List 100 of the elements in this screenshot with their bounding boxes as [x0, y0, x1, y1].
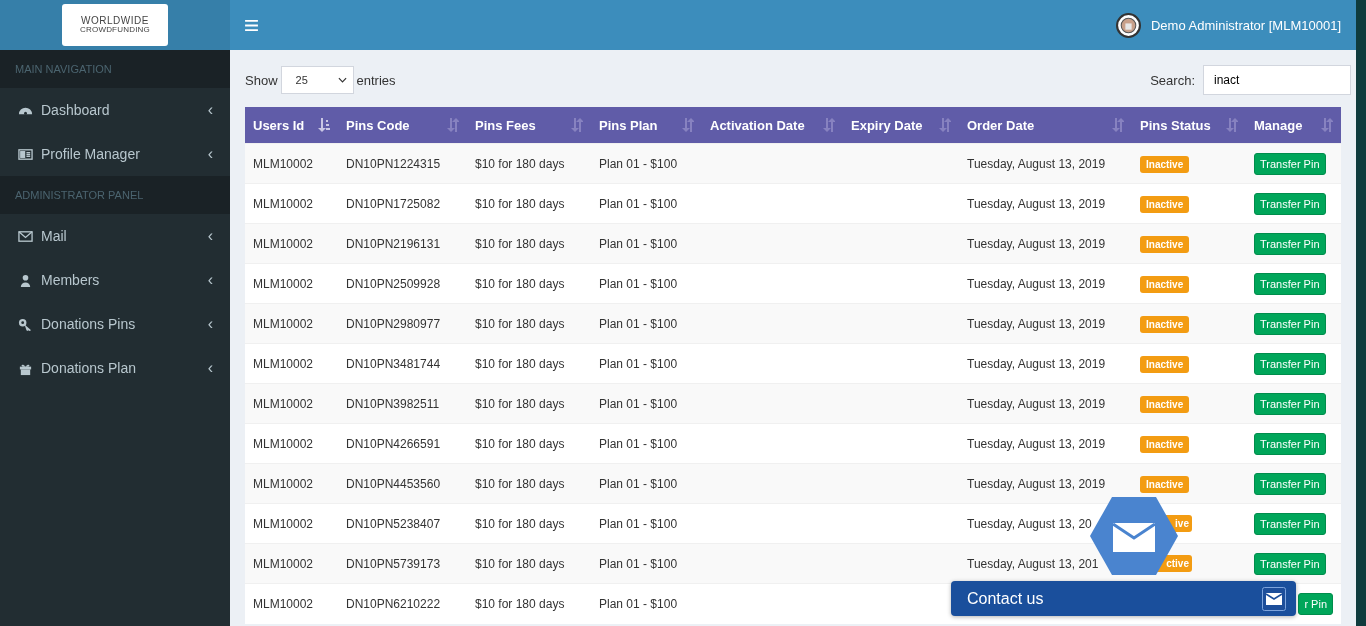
transfer-pin-button[interactable]: Transfer Pin — [1254, 472, 1326, 495]
column-header[interactable]: Order Date — [959, 107, 1132, 144]
table-cell: MLM10002 — [245, 543, 338, 584]
show-label: Show — [245, 72, 278, 88]
transfer-pin-button[interactable]: Transfer Pin — [1254, 432, 1326, 455]
table-cell: Plan 01 - $100 — [591, 223, 702, 264]
sidebar-item[interactable]: Profile Manager ‹ — [0, 132, 230, 176]
transfer-pin-button[interactable]: Transfer Pin — [1254, 192, 1326, 215]
scrollbar[interactable] — [1356, 0, 1366, 626]
table-cell: $10 for 180 days — [467, 583, 591, 624]
transfer-pin-button[interactable]: Transfer Pin — [1254, 312, 1326, 335]
transfer-pin-button[interactable]: Transfer Pin — [1254, 392, 1326, 415]
table-cell: MLM10002 — [245, 303, 338, 344]
status-badge: Inactive — [1140, 395, 1190, 413]
table-cell: MLM10002 — [245, 423, 338, 464]
column-header[interactable]: Pins Status — [1132, 107, 1246, 144]
menu-label: Profile Manager — [41, 146, 141, 162]
table-cell: Plan 01 - $100 — [591, 503, 702, 544]
column-header[interactable]: Pins Code — [338, 107, 467, 144]
table-cell: MLM10002 — [245, 143, 338, 184]
caret-icon: ‹ — [207, 145, 213, 163]
column-header[interactable]: Manage — [1246, 107, 1341, 144]
transfer-pin-button[interactable]: Transfer Pin — [1254, 232, 1326, 255]
status-badge: Inactive — [1140, 355, 1190, 373]
sidebar-item[interactable]: Donations Pins ‹ — [0, 302, 230, 346]
table-cell: Tuesday, August 13, 20 — [967, 516, 1092, 531]
table-cell: MLM10002 — [245, 463, 338, 504]
user-name[interactable]: Demo Administrator [MLM10001] — [1150, 17, 1341, 33]
table-cell: MLM10002 — [245, 503, 338, 544]
table-cell: Plan 01 - $100 — [591, 183, 702, 224]
column-header[interactable]: Pins Fees — [467, 107, 591, 144]
key-icon — [18, 316, 33, 332]
table-cell: $10 for 180 days — [467, 543, 591, 584]
contact-label: Contact us — [967, 589, 1044, 608]
section-header: ADMINISTRATOR PANEL — [0, 176, 230, 214]
table-cell: DN10PN4266591 — [338, 423, 467, 464]
caret-icon: ‹ — [207, 227, 213, 245]
logo-text: WORLDWIDE — [81, 16, 149, 26]
table-cell: Plan 01 - $100 — [591, 343, 702, 384]
table-cell: $10 for 180 days — [467, 183, 591, 224]
table-cell: Tuesday, August 13, 2019 — [967, 436, 1106, 451]
envelope-icon — [1262, 586, 1286, 611]
menu-label: Members — [41, 272, 101, 288]
caret-icon: ‹ — [207, 271, 213, 289]
table-cell: Tuesday, August 13, 201 — [967, 556, 1099, 571]
table-cell: Plan 01 - $100 — [591, 303, 702, 344]
transfer-pin-button[interactable]: Transfer Pin — [1254, 552, 1326, 575]
sidebar-item[interactable]: Mail ‹ — [0, 214, 230, 258]
table-cell: MLM10002 — [245, 383, 338, 424]
transfer-pin-button[interactable]: Transfer Pin — [1254, 512, 1326, 535]
column-header[interactable]: Users Id — [245, 107, 338, 144]
logo-subtext: CROWDFUNDING — [80, 26, 150, 34]
avatar-icon — [1115, 12, 1141, 38]
table-cell: Plan 01 - $100 — [591, 583, 702, 624]
table-cell: Plan 01 - $100 — [591, 143, 702, 184]
table-cell: DN10PN3481744 — [338, 343, 467, 384]
status-badge: Inactive — [1140, 155, 1190, 173]
column-header[interactable]: Expiry Date — [843, 107, 959, 144]
status-badge: Inactive — [1140, 435, 1190, 453]
status-badge: Inactive — [1140, 275, 1190, 293]
table-cell: $10 for 180 days — [467, 303, 591, 344]
status-badge: Inactive — [1140, 475, 1190, 493]
transfer-pin-button[interactable]: r Pin — [1298, 592, 1333, 615]
table-cell: $10 for 180 days — [467, 223, 591, 264]
table-cell: DN10PN2509928 — [338, 263, 467, 304]
status-badge: Inactive — [1140, 235, 1190, 253]
transfer-pin-button[interactable]: Transfer Pin — [1254, 272, 1326, 295]
table-cell: $10 for 180 days — [467, 263, 591, 304]
contact-us-bar[interactable]: Contact us — [951, 581, 1296, 616]
table-cell: MLM10002 — [245, 343, 338, 384]
status-badge: Inactive — [1140, 315, 1190, 333]
caret-icon: ‹ — [207, 101, 213, 119]
table-cell: DN10PN1224315 — [338, 143, 467, 184]
status-badge: Inactive — [1140, 195, 1190, 213]
column-header[interactable]: Pins Plan — [591, 107, 702, 144]
table-cell: DN10PN6210222 — [338, 583, 467, 624]
sidebar-item[interactable]: Dashboard ‹ — [0, 88, 230, 132]
table-cell: Tuesday, August 13, 2019 — [967, 196, 1106, 211]
table-cell: Tuesday, August 13, 2019 — [967, 156, 1106, 171]
search-field[interactable]: inact — [1203, 65, 1351, 95]
table-cell: Plan 01 - $100 — [591, 263, 702, 304]
transfer-pin-button[interactable]: Transfer Pin — [1254, 152, 1326, 175]
menu-icon[interactable] — [245, 19, 258, 31]
table-cell: Tuesday, August 13, 2019 — [967, 236, 1106, 251]
entries-select[interactable]: 25 — [280, 66, 354, 94]
caret-icon: ‹ — [207, 359, 213, 377]
column-header[interactable]: Activation Date — [702, 107, 843, 144]
sidebar-item[interactable]: Members ‹ — [0, 258, 230, 302]
table-cell: Tuesday, August 13, 2019 — [967, 476, 1106, 491]
table-cell: Plan 01 - $100 — [591, 423, 702, 464]
person-icon — [18, 272, 33, 288]
sidebar-item[interactable]: Donations Plan ‹ — [0, 346, 230, 390]
table-cell: DN10PN5739173 — [338, 543, 467, 584]
table-cell: DN10PN2980977 — [338, 303, 467, 344]
transfer-pin-button[interactable]: Transfer Pin — [1254, 352, 1326, 375]
table-cell: DN10PN5238407 — [338, 503, 467, 544]
logo[interactable]: WORLDWIDE CROWDFUNDING — [62, 4, 168, 46]
table-cell: Tuesday, August 13, 2019 — [967, 396, 1106, 411]
caret-icon: ‹ — [207, 315, 213, 333]
menu-label: Donations Pins — [41, 316, 137, 332]
